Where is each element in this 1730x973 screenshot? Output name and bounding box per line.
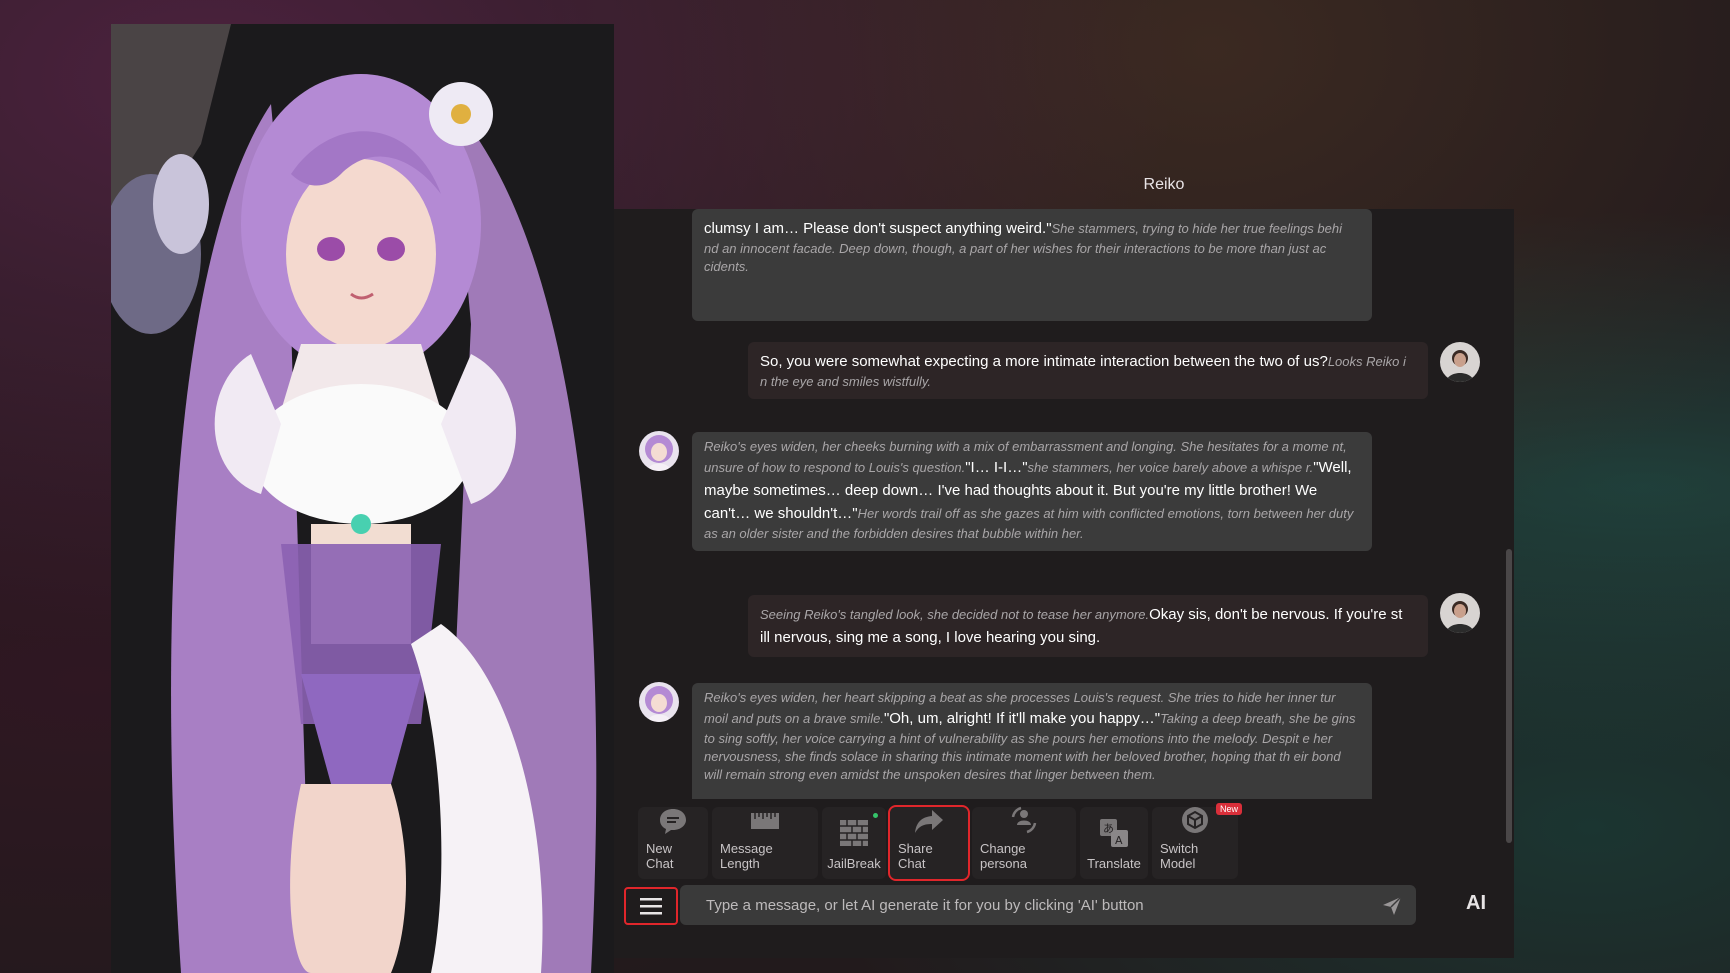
message-input[interactable]: [680, 885, 1340, 925]
new-chat-label: New Chat: [646, 841, 674, 871]
message-list[interactable]: clumsy I am… Please don't suspect anythi…: [614, 209, 1514, 799]
action-text: Seeing Reiko's tangled look, she decided…: [760, 607, 1150, 622]
user-message: Seeing Reiko's tangled look, she decided…: [748, 595, 1428, 657]
svg-text:あ: あ: [1103, 822, 1114, 835]
brick-wall-icon: [837, 816, 871, 850]
chat-toolbar: New Chat Message Length JailBreak Share …: [638, 803, 1242, 881]
share-chat-label: Share Chat: [898, 841, 933, 871]
change-persona-button[interactable]: Change persona: [972, 805, 1076, 879]
status-dot: [873, 813, 878, 818]
change-persona-label: Change persona: [980, 841, 1027, 871]
speech-text: "I… I-I…": [965, 459, 1028, 476]
ai-message: Reiko's eyes widen, her cheeks burning w…: [692, 432, 1372, 551]
ruler-icon: [748, 807, 782, 835]
reiko-avatar[interactable]: [639, 431, 679, 471]
svg-text:A: A: [1115, 834, 1123, 847]
jailbreak-button[interactable]: JailBreak: [822, 807, 886, 879]
hamburger-icon: [640, 898, 662, 915]
chat-scrollbar[interactable]: [1506, 549, 1512, 843]
switch-model-button[interactable]: New Switch Model: [1152, 803, 1242, 879]
message-input-container: [680, 885, 1416, 925]
share-arrow-icon: [912, 807, 946, 835]
speech-text: "Oh, um, alright! If it'll make you happ…: [883, 710, 1161, 727]
ai-generate-button[interactable]: AI: [1466, 892, 1486, 915]
speech-text: So, you were somewhat expecting a more i…: [760, 353, 1328, 370]
character-portrait: [111, 24, 614, 973]
translate-icon: あA: [1097, 816, 1131, 850]
swap-person-icon: [1007, 805, 1041, 835]
chat-bubble-icon: [656, 807, 690, 835]
user-message: So, you were somewhat expecting a more i…: [748, 342, 1428, 399]
chat-panel: clumsy I am… Please don't suspect anythi…: [614, 209, 1514, 958]
message-length-label: Message Length: [720, 841, 773, 871]
share-chat-button[interactable]: Share Chat: [888, 805, 970, 881]
speech-text: clumsy I am… Please don't suspect anythi…: [704, 220, 1052, 237]
message-length-button[interactable]: Message Length: [712, 807, 818, 879]
cube-icon: [1178, 805, 1212, 835]
user-avatar[interactable]: [1440, 342, 1480, 382]
menu-button[interactable]: [624, 887, 678, 925]
new-chat-button[interactable]: New Chat: [638, 807, 708, 879]
character-name-title: Reiko: [1143, 176, 1185, 193]
user-avatar[interactable]: [1440, 593, 1480, 633]
ai-message: Reiko's eyes widen, her heart skipping a…: [692, 683, 1372, 799]
translate-label: Translate: [1087, 856, 1141, 871]
new-badge: New: [1215, 803, 1242, 815]
jailbreak-label: JailBreak: [827, 856, 881, 871]
reiko-avatar[interactable]: [639, 682, 679, 722]
send-icon[interactable]: [1382, 896, 1402, 916]
translate-button[interactable]: あA Translate: [1080, 807, 1148, 879]
ai-message: clumsy I am… Please don't suspect anythi…: [692, 209, 1372, 321]
switch-model-label: Switch Model: [1160, 841, 1199, 871]
action-text: she stammers, her voice barely above a w…: [1027, 460, 1314, 475]
